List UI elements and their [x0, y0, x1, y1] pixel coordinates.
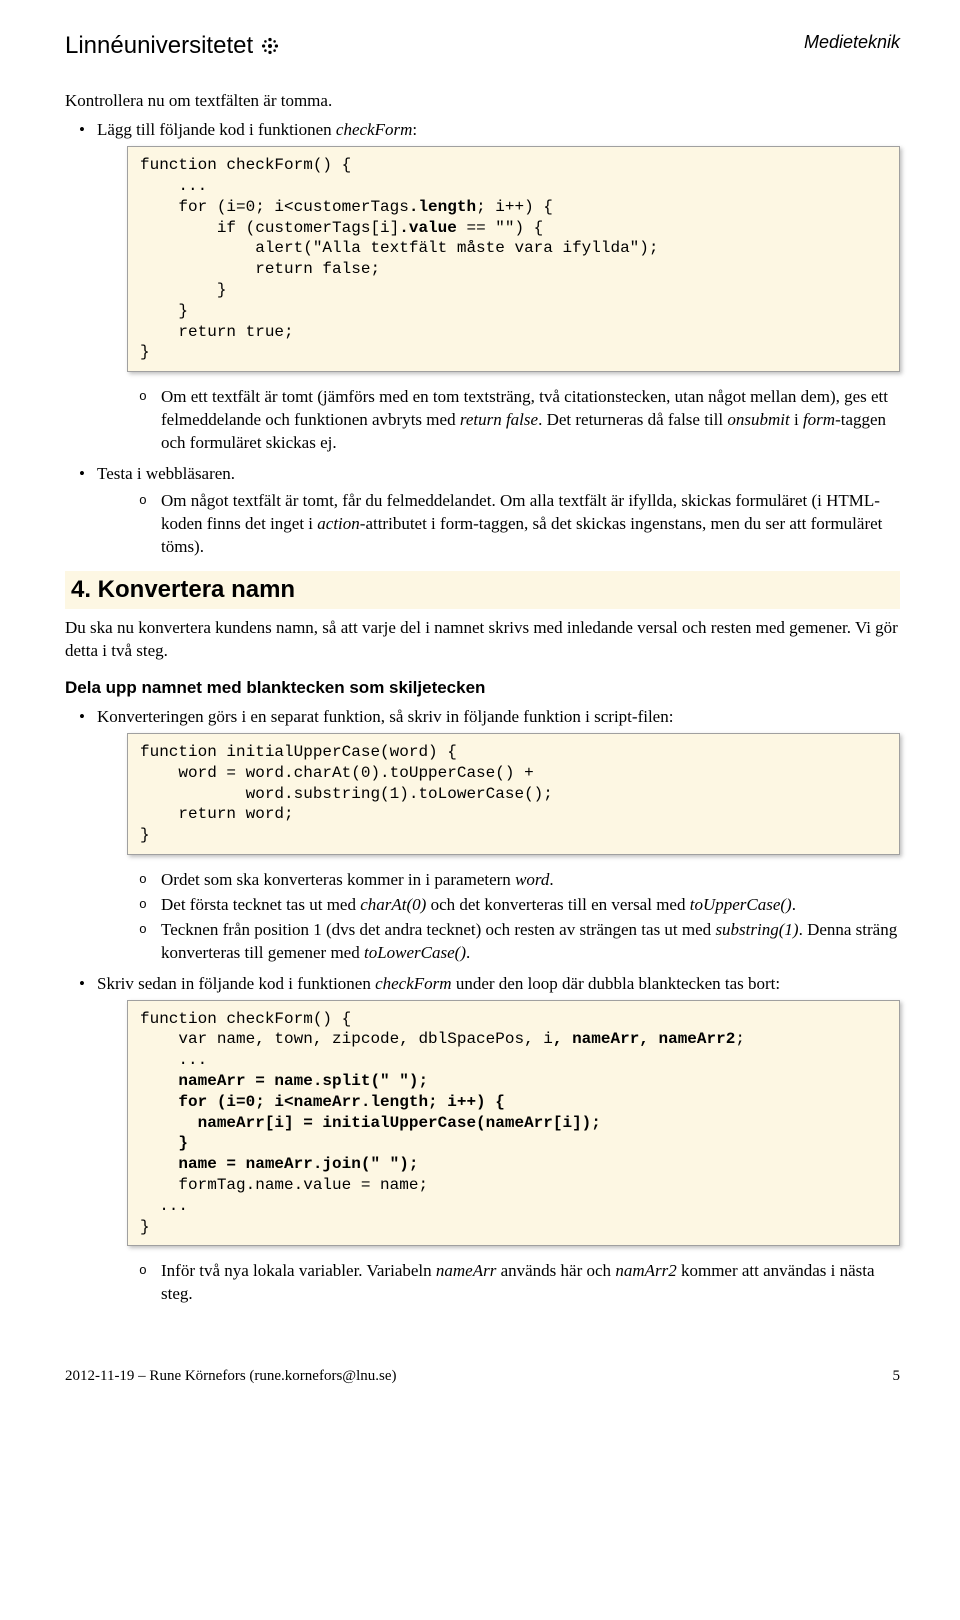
sub-text: Det första tecknet tas ut med — [161, 895, 360, 914]
sublist-3: Ordet som ska konverteras kommer in i pa… — [129, 869, 900, 965]
code-block-1: function checkForm() { ... for (i=0; i<c… — [127, 146, 900, 372]
code-bold: .value — [399, 219, 457, 237]
logo-text: Linnéuniversitetet — [65, 30, 253, 62]
footer-page-number: 5 — [893, 1366, 901, 1386]
code-text: == "") { alert("Alla textfält måste vara… — [140, 219, 658, 362]
sublist-item: Det första tecknet tas ut med charAt(0) … — [133, 894, 900, 917]
bullet-text: : — [412, 120, 417, 139]
sub-italic: nameArr — [436, 1261, 496, 1280]
header-right: Medieteknik — [804, 30, 900, 54]
subsection-heading: Dela upp namnet med blanktecken som skil… — [65, 677, 900, 700]
intro-text: Kontrollera nu om textfälten är tomma. — [65, 90, 900, 113]
sub-text: Ordet som ska konverteras kommer in i pa… — [161, 870, 515, 889]
bullet-text: Testa i webbläsaren. — [97, 464, 235, 483]
sub-italic: form — [803, 410, 835, 429]
sub-text: Inför två nya lokala variabler. Variabel… — [161, 1261, 436, 1280]
section-heading-4: 4. Konvertera namn — [65, 571, 900, 609]
sublist-item: Ordet som ska konverteras kommer in i pa… — [133, 869, 900, 892]
sublist-1: Om ett textfält är tomt (jämförs med en … — [129, 386, 900, 455]
bullet-item: Lägg till följande kod i funktionen chec… — [75, 119, 900, 455]
code-text: function checkForm() { ... for (i=0; i<c… — [140, 156, 409, 216]
sub-text: används här och — [496, 1261, 615, 1280]
sublist-item: Om ett textfält är tomt (jämförs med en … — [133, 386, 900, 455]
bullet-text: Skriv sedan in följande kod i funktionen — [97, 974, 375, 993]
sub-text: . — [792, 895, 796, 914]
sub-italic: toLowerCase() — [364, 943, 466, 962]
sublist-item: Om något textfält är tomt, får du felmed… — [133, 490, 900, 559]
bullet-italic: checkForm — [336, 120, 412, 139]
sub-text: . — [466, 943, 470, 962]
bullet-italic: checkForm — [375, 974, 451, 993]
sublist-4: Inför två nya lokala variabler. Variabel… — [129, 1260, 900, 1306]
section-4-para: Du ska nu konvertera kundens namn, så at… — [65, 617, 900, 663]
sub-text: . — [549, 870, 553, 889]
sublist-2: Om något textfält är tomt, får du felmed… — [129, 490, 900, 559]
sub-italic: action — [317, 514, 360, 533]
sub-text: . Det returneras då false till — [538, 410, 727, 429]
sub-italic: word — [515, 870, 549, 889]
bullet-text: Konverteringen görs i en separat funktio… — [97, 707, 673, 726]
sub-italic: return false — [460, 410, 538, 429]
bullet-item: Konverteringen görs i en separat funktio… — [75, 706, 900, 965]
code-block-2: function initialUpperCase(word) { word =… — [127, 733, 900, 855]
bullet-text: Lägg till följande kod i funktionen — [97, 120, 336, 139]
sub-italic: namArr2 — [615, 1261, 676, 1280]
logo: Linnéuniversitetet — [65, 30, 281, 62]
code-bold: nameArr = name.split(" "); for (i=0; i<n… — [140, 1072, 601, 1173]
code-block-3: function checkForm() { var name, town, z… — [127, 1000, 900, 1247]
sub-italic: onsubmit — [727, 410, 789, 429]
bullet-item: Testa i webbläsaren. Om något textfält ä… — [75, 463, 900, 559]
sub-text: Tecknen från position 1 (dvs det andra t… — [161, 920, 715, 939]
sub-text: i — [790, 410, 803, 429]
page-footer: 2012-11-19 – Rune Körnefors (rune.kornef… — [65, 1362, 900, 1386]
logo-flower-icon — [259, 35, 281, 57]
bullet-item: Skriv sedan in följande kod i funktionen… — [75, 973, 900, 1307]
sub-text: och det konverteras till en versal med — [426, 895, 689, 914]
sub-italic: charAt(0) — [360, 895, 426, 914]
sub-italic: toUpperCase() — [690, 895, 792, 914]
code-text: function checkForm() { var name, town, z… — [140, 1010, 553, 1049]
page-header: Linnéuniversitetet Medieteknik — [65, 30, 900, 62]
bullet-list-1: Lägg till följande kod i funktionen chec… — [65, 119, 900, 558]
code-bold: , nameArr, nameArr2 — [553, 1030, 735, 1048]
sublist-item: Inför två nya lokala variabler. Variabel… — [133, 1260, 900, 1306]
code-text: formTag.name.value = name; ... } — [140, 1176, 428, 1236]
sublist-item: Tecknen från position 1 (dvs det andra t… — [133, 919, 900, 965]
bullet-list-2: Konverteringen görs i en separat funktio… — [65, 706, 900, 1306]
footer-left: 2012-11-19 – Rune Körnefors (rune.kornef… — [65, 1366, 397, 1386]
sub-italic: substring(1) — [715, 920, 798, 939]
bullet-text: under den loop där dubbla blanktecken ta… — [452, 974, 781, 993]
code-bold: .length — [409, 198, 476, 216]
